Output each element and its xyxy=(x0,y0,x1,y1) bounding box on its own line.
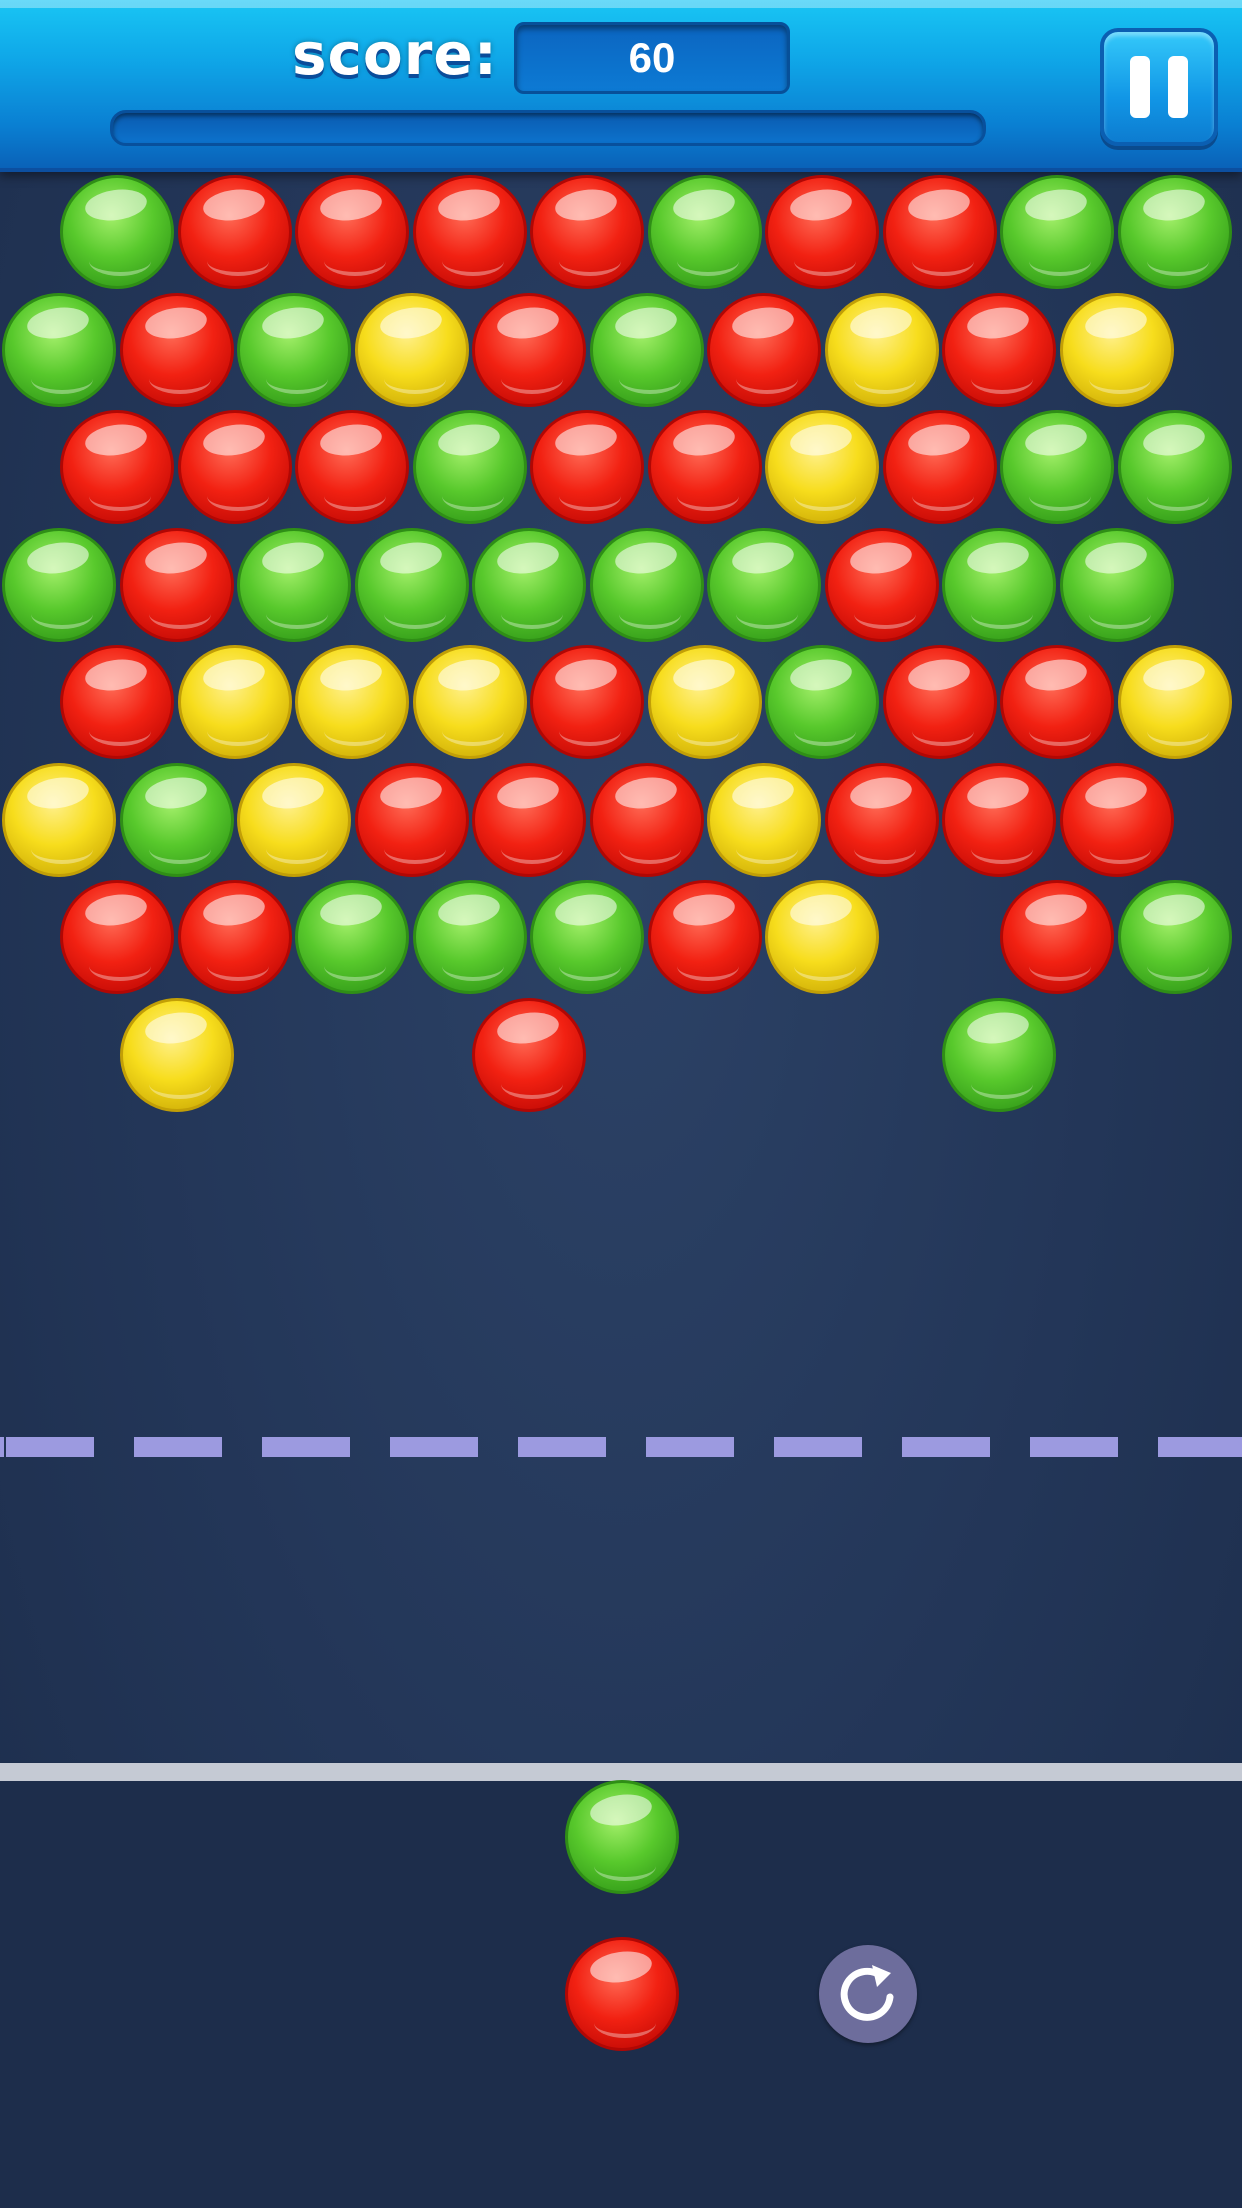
bubble-green xyxy=(237,528,351,642)
bubble-green xyxy=(60,175,174,289)
bubble-red xyxy=(178,175,292,289)
bubble-red xyxy=(707,293,821,407)
bubble-red xyxy=(590,763,704,877)
bubble-yellow xyxy=(648,645,762,759)
bubble-red xyxy=(942,763,1056,877)
bubble-red xyxy=(883,645,997,759)
bubble-green xyxy=(942,528,1056,642)
bubble-green xyxy=(355,528,469,642)
bubble-red xyxy=(472,293,586,407)
bubble-yellow xyxy=(707,763,821,877)
bubble-green xyxy=(765,645,879,759)
bubble-red xyxy=(648,410,762,524)
bubble-green xyxy=(237,293,351,407)
top-hud-bar: score: 60 xyxy=(0,0,1242,172)
bubble-green xyxy=(1000,410,1114,524)
bubble-green xyxy=(1060,528,1174,642)
bubble-red xyxy=(120,293,234,407)
bubble-red xyxy=(60,410,174,524)
bubble-red xyxy=(942,293,1056,407)
bubble-yellow xyxy=(765,410,879,524)
bubble-red xyxy=(413,175,527,289)
bubble-red xyxy=(472,998,586,1112)
bubble-green xyxy=(1118,410,1232,524)
bubble-green xyxy=(1118,880,1232,994)
bubble-yellow xyxy=(355,293,469,407)
danger-dashed-line xyxy=(0,1437,1242,1457)
bubble-green xyxy=(590,528,704,642)
bubble-red xyxy=(355,763,469,877)
bubble-red xyxy=(1060,763,1174,877)
bubble-red xyxy=(60,880,174,994)
bubble-green xyxy=(2,293,116,407)
bubble-green xyxy=(413,880,527,994)
bubble-green xyxy=(295,880,409,994)
bubble-red xyxy=(178,410,292,524)
bubble-red xyxy=(530,410,644,524)
bubble-yellow xyxy=(1060,293,1174,407)
bubble-green xyxy=(1118,175,1232,289)
next-bubble[interactable] xyxy=(565,1937,679,2051)
swap-refresh-icon xyxy=(840,1965,894,2021)
bubble-red xyxy=(530,645,644,759)
pause-icon xyxy=(1130,56,1150,118)
bubble-green xyxy=(413,410,527,524)
bubble-yellow xyxy=(825,293,939,407)
bubble-red xyxy=(825,528,939,642)
bubble-yellow xyxy=(2,763,116,877)
pause-icon-bar xyxy=(1168,56,1188,118)
swap-button[interactable] xyxy=(819,1945,917,2043)
current-shooter-bubble[interactable] xyxy=(565,1780,679,1894)
bubble-red xyxy=(883,175,997,289)
bubble-green xyxy=(2,528,116,642)
bubble-yellow xyxy=(120,998,234,1112)
bubble-red xyxy=(472,763,586,877)
launcher-divider-line xyxy=(0,1763,1242,1781)
bubble-red xyxy=(60,645,174,759)
hud-highlight xyxy=(0,0,1242,8)
bubble-green xyxy=(530,880,644,994)
level-progress-bar xyxy=(110,110,986,146)
bubble-yellow xyxy=(295,645,409,759)
bubble-red xyxy=(1000,645,1114,759)
score-value: 60 xyxy=(514,22,790,94)
bubble-red xyxy=(825,763,939,877)
bubble-yellow xyxy=(237,763,351,877)
bubble-green xyxy=(120,763,234,877)
bubble-red xyxy=(883,410,997,524)
bubble-green xyxy=(648,175,762,289)
bubble-green xyxy=(590,293,704,407)
bubble-yellow xyxy=(765,880,879,994)
bubble-red xyxy=(295,410,409,524)
bubble-red xyxy=(530,175,644,289)
bubble-green xyxy=(1000,175,1114,289)
bubble-yellow xyxy=(178,645,292,759)
bubble-yellow xyxy=(413,645,527,759)
bubble-red xyxy=(120,528,234,642)
bubble-green xyxy=(942,998,1056,1112)
bubble-green xyxy=(707,528,821,642)
score-label: score: xyxy=(292,20,498,88)
bubble-red xyxy=(178,880,292,994)
bubble-red xyxy=(648,880,762,994)
bubble-red xyxy=(295,175,409,289)
bubble-red xyxy=(1000,880,1114,994)
bubble-yellow xyxy=(1118,645,1232,759)
bubble-red xyxy=(765,175,879,289)
bubble-green xyxy=(472,528,586,642)
pause-button[interactable] xyxy=(1100,28,1218,146)
